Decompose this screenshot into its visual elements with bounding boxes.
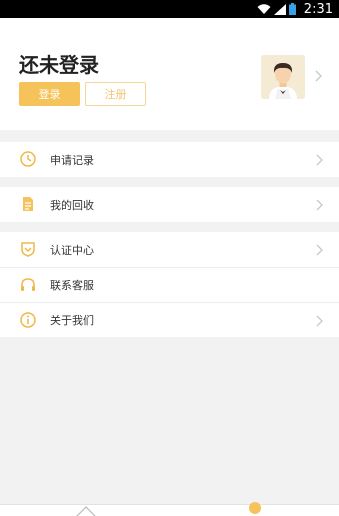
page-title: 还未登录	[19, 53, 99, 77]
status-icons	[257, 3, 296, 15]
avatar[interactable]	[261, 55, 305, 99]
status-bar: 2:31	[0, 0, 339, 18]
menu-item-contact-service[interactable]: 联系客服	[0, 267, 339, 302]
login-button[interactable]: 登录	[19, 82, 80, 106]
signal-icon	[273, 3, 286, 15]
menu-group-recycle: 我的回收	[0, 187, 339, 222]
bottom-tab-bar	[0, 501, 339, 516]
menu-item-label: 认证中心	[50, 243, 94, 257]
clock-icon	[20, 151, 36, 167]
avatar-icon	[261, 55, 305, 99]
menu-item-label: 联系客服	[50, 279, 94, 292]
register-button[interactable]: 注册	[85, 82, 146, 106]
chevron-right-icon	[316, 315, 323, 327]
chevron-right-icon	[316, 199, 323, 211]
home-icon[interactable]	[74, 505, 98, 516]
profile-tab-icon[interactable]	[248, 501, 262, 515]
profile-header: 还未登录 登录 注册	[0, 18, 339, 130]
menu-item-certification-center[interactable]: 认证中心	[0, 232, 339, 267]
menu-group-support: 认证中心 联系客服 关于我们	[0, 232, 339, 337]
menu-group-records: 申请记录	[0, 142, 339, 177]
menu-item-about-us[interactable]: 关于我们	[0, 302, 339, 337]
menu-item-label: 申请记录	[50, 153, 94, 167]
menu-item-my-recycle[interactable]: 我的回收	[0, 187, 339, 222]
menu-item-label: 关于我们	[50, 314, 94, 327]
wifi-icon	[257, 3, 271, 14]
chevron-right-icon	[316, 154, 323, 166]
menu-item-application-records[interactable]: 申请记录	[0, 142, 339, 177]
menu-item-label: 我的回收	[50, 198, 94, 212]
document-icon	[23, 197, 33, 211]
chevron-right-icon[interactable]	[315, 70, 322, 82]
battery-icon	[288, 3, 296, 15]
shield-icon	[21, 242, 35, 257]
chevron-right-icon	[316, 244, 323, 256]
status-time: 2:31	[303, 1, 333, 17]
info-icon	[20, 312, 36, 328]
headset-icon	[21, 278, 35, 291]
